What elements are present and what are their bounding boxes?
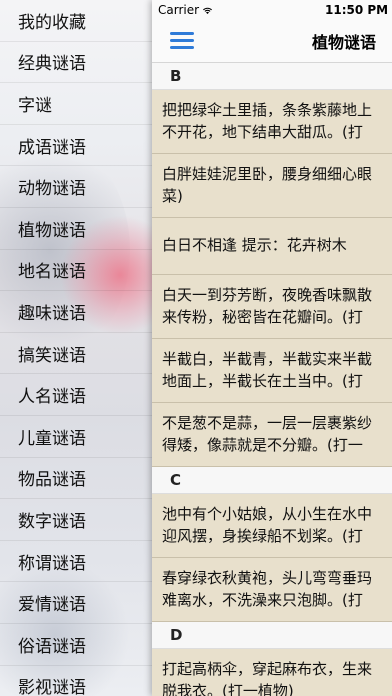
menu-item-plant[interactable]: 植物谜语 xyxy=(0,208,152,250)
menu-item-idiom[interactable]: 成语谜语 xyxy=(0,125,152,167)
riddle-line: 得矮，像蒜就是不分瓣。(打一 xyxy=(162,436,363,454)
menu-item-proverb[interactable]: 俗语谜语 xyxy=(0,624,152,666)
side-menu-list: 我的收藏 经典谜语 字谜 成语谜语 动物谜语 植物谜语 地名谜语 趣味谜语 搞笑… xyxy=(0,0,152,696)
wifi-icon xyxy=(203,7,213,14)
riddle-line: 春穿绿衣秋黄袍，头儿弯弯垂玛 xyxy=(162,569,373,587)
riddle-item[interactable]: 春穿绿衣秋黄袍，头儿弯弯垂玛 难离水，不洗澡来只泡脚。(打 xyxy=(152,558,392,622)
riddle-line: 迎风摆，身挨绿船不划桨。(打 xyxy=(162,527,363,545)
riddle-line: 白日不相逢 提示：花卉树木 xyxy=(162,236,347,254)
riddle-list[interactable]: B 把把绿伞土里插，条条紫藤地上 不开花，地下结串大甜瓜。(打 白胖娃娃泥里卧，… xyxy=(152,63,392,696)
menu-item-animal[interactable]: 动物谜语 xyxy=(0,166,152,208)
menu-item-object[interactable]: 物品谜语 xyxy=(0,458,152,500)
riddle-line: 半截白，半截青，半截实来半截 xyxy=(162,350,373,368)
menu-item-favorites[interactable]: 我的收藏 xyxy=(0,0,152,42)
menu-item-title[interactable]: 称谓谜语 xyxy=(0,541,152,583)
riddle-line: 打起高柄伞，穿起麻布衣，生来 xyxy=(162,660,373,678)
riddle-line: 白胖娃娃泥里卧，腰身细细心眼 xyxy=(162,165,373,183)
riddle-line: 白天一到芬芳断，夜晚香味飘散 xyxy=(162,286,373,304)
hamburger-icon[interactable] xyxy=(170,32,194,50)
riddle-item[interactable]: 打起高柄伞，穿起麻布衣，生来 脱我衣。(打一植物) xyxy=(152,649,392,696)
riddle-line: 地面上，半截长在土当中。(打 xyxy=(162,372,363,390)
status-time: 11:50 PM xyxy=(325,3,389,17)
riddle-item[interactable]: 不是葱不是蒜，一层一层裹紫纱 得矮，像蒜就是不分瓣。(打一 xyxy=(152,403,392,467)
riddle-line: 池中有个小姑娘，从小生在水中 xyxy=(162,505,373,523)
navigation-bar: 植物谜语 xyxy=(152,20,392,63)
riddle-item[interactable]: 白日不相逢 提示：花卉树木 xyxy=(152,218,392,275)
riddle-line: 不开花，地下结串大甜瓜。(打 xyxy=(162,123,363,141)
riddle-line: 脱我衣。(打一植物) xyxy=(162,682,294,696)
menu-item-children[interactable]: 儿童谜语 xyxy=(0,416,152,458)
riddle-item[interactable]: 把把绿伞土里插，条条紫藤地上 不开花，地下结串大甜瓜。(打 xyxy=(152,90,392,154)
riddle-line: 把把绿伞土里插，条条紫藤地上 xyxy=(162,101,373,119)
riddle-line: 不是葱不是蒜，一层一层裹紫纱 xyxy=(162,414,373,432)
menu-item-film[interactable]: 影视谜语 xyxy=(0,666,152,696)
status-bar: Carrier 11:50 PM xyxy=(152,0,392,20)
riddle-line: 来传粉，秘密皆在花瓣间。(打 xyxy=(162,308,363,326)
section-header-b: B xyxy=(152,63,392,90)
menu-item-place[interactable]: 地名谜语 xyxy=(0,250,152,292)
riddle-line: 菜) xyxy=(162,187,183,205)
section-header-d: D xyxy=(152,622,392,649)
page-title: 植物谜语 xyxy=(312,33,377,52)
main-panel: Carrier 11:50 PM 植物谜语 B 把把绿伞土里插，条条紫藤地上 不… xyxy=(152,0,392,696)
side-menu: 我的收藏 经典谜语 字谜 成语谜语 动物谜语 植物谜语 地名谜语 趣味谜语 搞笑… xyxy=(0,0,152,696)
menu-item-number[interactable]: 数字谜语 xyxy=(0,499,152,541)
riddle-line: 难离水，不洗澡来只泡脚。(打 xyxy=(162,591,363,609)
riddle-item[interactable]: 白天一到芬芳断，夜晚香味飘散 来传粉，秘密皆在花瓣间。(打 xyxy=(152,275,392,339)
menu-item-funny[interactable]: 搞笑谜语 xyxy=(0,333,152,375)
menu-item-character[interactable]: 字谜 xyxy=(0,83,152,125)
carrier-label: Carrier xyxy=(158,3,200,17)
section-header-c: C xyxy=(152,467,392,494)
riddle-item[interactable]: 半截白，半截青，半截实来半截 地面上，半截长在土当中。(打 xyxy=(152,339,392,403)
carrier-info: Carrier xyxy=(158,3,213,17)
riddle-item[interactable]: 白胖娃娃泥里卧，腰身细细心眼 菜) xyxy=(152,154,392,218)
menu-item-fun[interactable]: 趣味谜语 xyxy=(0,291,152,333)
riddle-item[interactable]: 池中有个小姑娘，从小生在水中 迎风摆，身挨绿船不划桨。(打 xyxy=(152,494,392,558)
menu-item-classic[interactable]: 经典谜语 xyxy=(0,42,152,84)
menu-item-love[interactable]: 爱情谜语 xyxy=(0,582,152,624)
menu-item-person[interactable]: 人名谜语 xyxy=(0,374,152,416)
